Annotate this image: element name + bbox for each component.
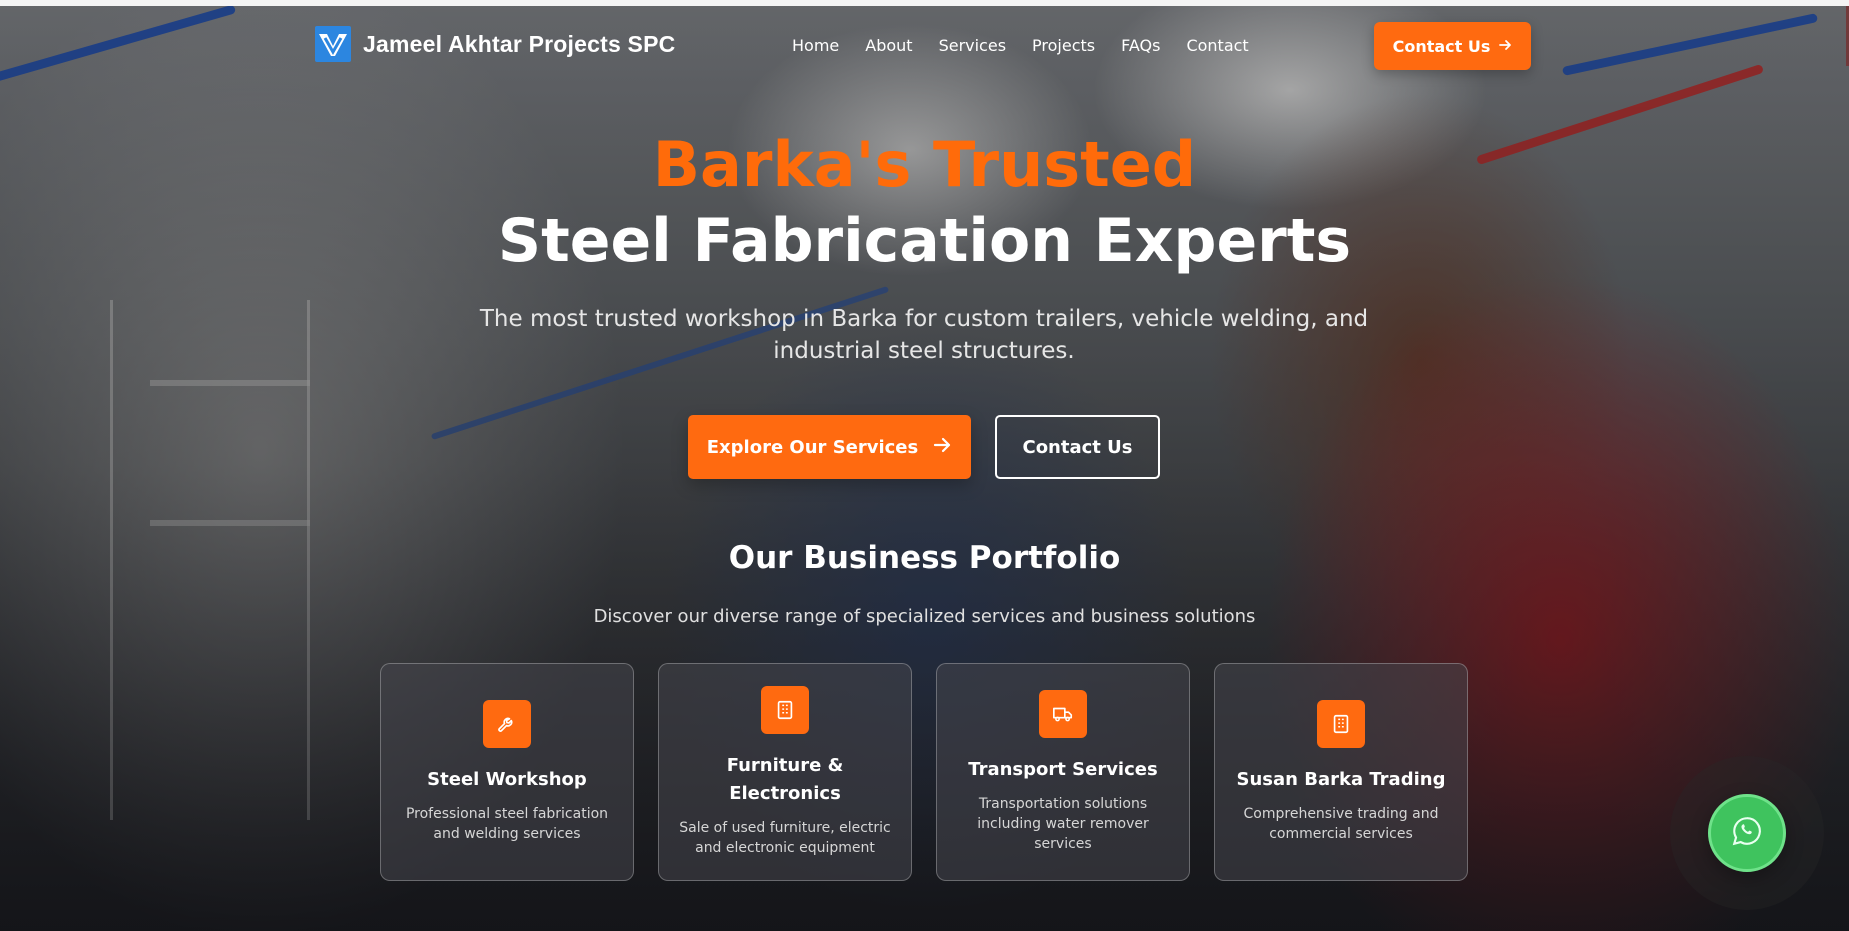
arrow-right-icon: [932, 435, 952, 460]
nav-services[interactable]: Services: [939, 36, 1006, 55]
portfolio-subtitle: Discover our diverse range of specialize…: [593, 606, 1256, 627]
portfolio-card-transport-services[interactable]: Transport Services Transportation soluti…: [936, 663, 1190, 881]
card-title: Susan Barka Trading: [1236, 769, 1446, 790]
arrow-right-icon: [1498, 37, 1512, 56]
main-nav: Home About Services Projects FAQs Contac…: [792, 36, 1275, 55]
hero-title-main: Steel Fabrication Experts: [497, 206, 1352, 276]
nav-about[interactable]: About: [865, 36, 912, 55]
explore-services-button[interactable]: Explore Our Services: [688, 415, 971, 479]
explore-services-label: Explore Our Services: [706, 436, 919, 458]
nav-home[interactable]: Home: [792, 36, 839, 55]
card-description: Transportation solutions including water…: [977, 796, 1149, 852]
nav-projects[interactable]: Projects: [1032, 36, 1095, 55]
building-icon: [761, 686, 809, 734]
card-description: Sale of used furniture, electric and ele…: [679, 820, 891, 856]
whatsapp-icon: [1730, 814, 1764, 853]
portfolio-card-furniture-electronics[interactable]: Furniture & Electronics Sale of used fur…: [658, 663, 912, 881]
truck-icon: [1039, 690, 1087, 738]
portfolio-card-steel-workshop[interactable]: Steel Workshop Professional steel fabric…: [380, 663, 634, 881]
whatsapp-widget: [1670, 756, 1824, 910]
card-title: Transport Services: [968, 759, 1158, 780]
nav-faqs[interactable]: FAQs: [1121, 36, 1160, 55]
header-contact-label: Contact Us: [1392, 36, 1491, 56]
hero-contact-button[interactable]: Contact Us: [995, 415, 1160, 479]
portfolio-title: Our Business Portfolio: [728, 540, 1121, 576]
hero-contact-label: Contact Us: [1022, 436, 1133, 458]
brand-name: Jameel Akhtar Projects SPC: [363, 30, 676, 57]
header-contact-button[interactable]: Contact Us: [1374, 22, 1531, 70]
hero-title-accent: Barka's Trusted: [652, 128, 1197, 201]
portfolio-cards: Steel Workshop Professional steel fabric…: [380, 663, 1468, 881]
building-icon: [1317, 700, 1365, 748]
hero-subtitle: The most trusted workshop in Barka for c…: [479, 306, 1369, 364]
brand-logo-link[interactable]: Jameel Akhtar Projects SPC: [315, 26, 675, 62]
browser-top-strip: [0, 0, 1849, 6]
wrench-icon: [483, 700, 531, 748]
nav-contact[interactable]: Contact: [1186, 36, 1248, 55]
whatsapp-button[interactable]: [1708, 794, 1786, 872]
card-description: Comprehensive trading and commercial ser…: [1243, 806, 1439, 842]
site-header: Jameel Akhtar Projects SPC Home About Se…: [0, 20, 1849, 72]
logo-icon: [315, 26, 351, 62]
card-title: Steel Workshop: [427, 769, 587, 790]
portfolio-card-susan-barka-trading[interactable]: Susan Barka Trading Comprehensive tradin…: [1214, 663, 1468, 881]
card-title: Furniture & Electronics: [726, 755, 844, 804]
card-description: Professional steel fabrication and weldi…: [405, 806, 609, 842]
